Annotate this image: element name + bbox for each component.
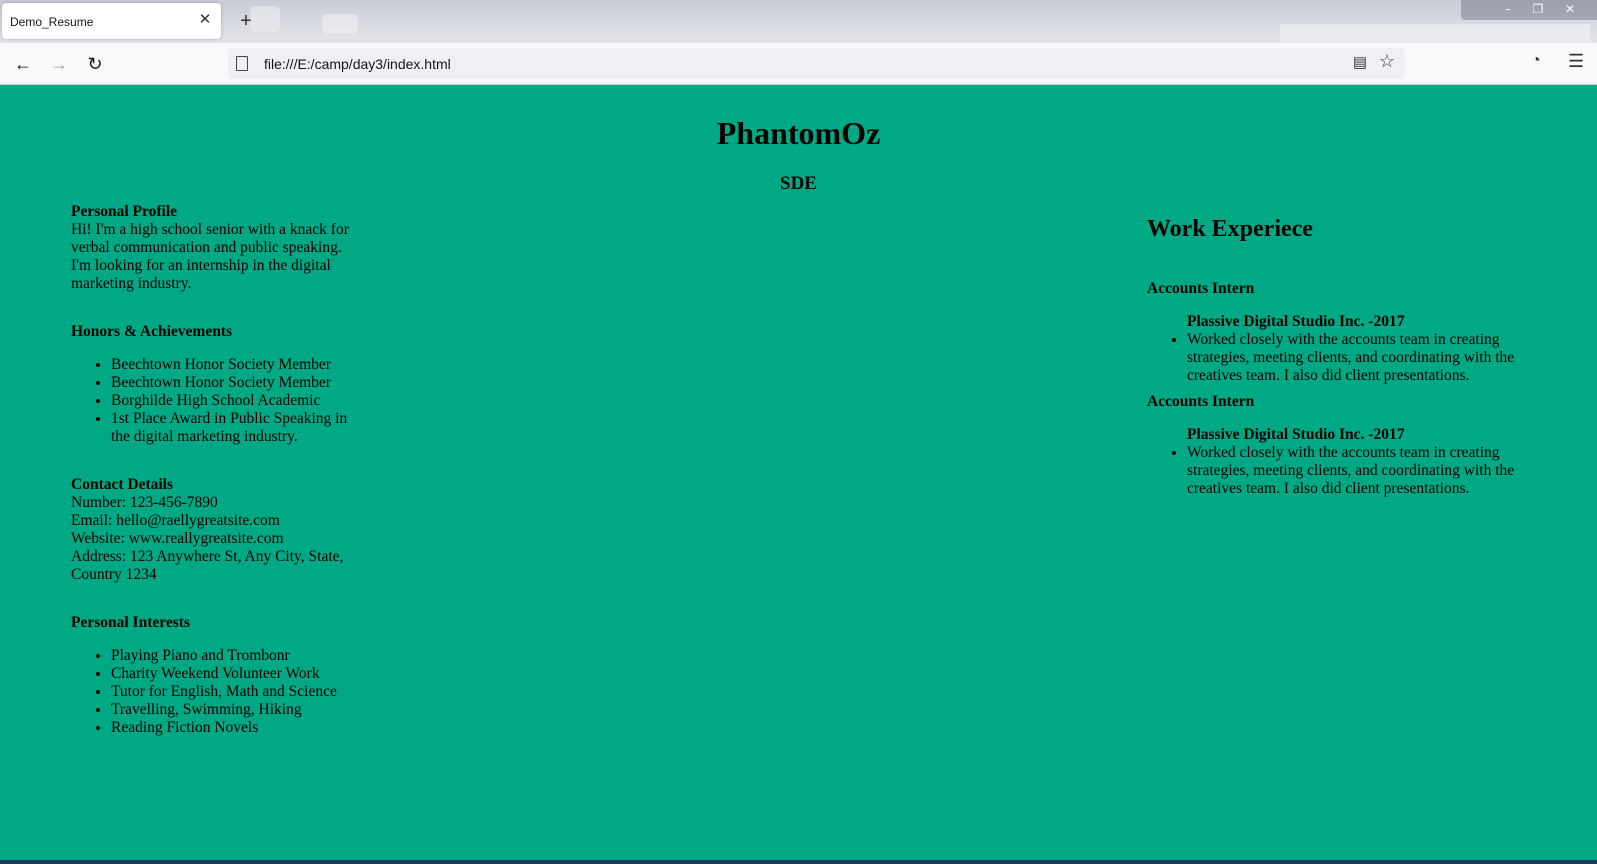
tab-close-icon[interactable]: ✕	[197, 12, 213, 28]
section-heading: Honors & Achievements	[71, 323, 233, 340]
pocket-icon[interactable]: ◔	[1531, 52, 1541, 70]
list-item: Tutor for English, Math and Science	[111, 683, 361, 701]
forward-button[interactable]: →	[47, 52, 71, 76]
back-button[interactable]: ←	[11, 52, 35, 76]
interests-list: Playing Piano and Trombonr Charity Weeke…	[71, 647, 361, 737]
resume-name: PhantomOz	[716, 115, 881, 151]
job-title: Accounts Intern	[1147, 393, 1255, 410]
section-heading: Contact Details	[71, 476, 174, 493]
contact-website: Website: www.reallygreatsite.com	[71, 530, 284, 547]
honors-list: Beechtown Honor Society Member Beechtown…	[71, 356, 361, 446]
job-details: Plassive Digital Studio Inc. -2017 Worke…	[1147, 426, 1547, 498]
contact-section: Contact Details Number: 123-456-7890 Ema…	[71, 476, 361, 584]
profile-text: Hi! I'm a high school senior with a knac…	[71, 221, 349, 292]
page-icon	[236, 56, 248, 71]
background-blur	[322, 14, 358, 34]
minimize-button[interactable]: –	[1497, 0, 1519, 18]
url-text[interactable]: file:///E:/camp/day3/index.html	[264, 56, 451, 72]
job-company: Plassive Digital Studio Inc. -2017	[1187, 313, 1405, 330]
tab-title: Demo_Resume	[10, 15, 94, 29]
reload-button[interactable]: ↻	[83, 52, 107, 76]
interests-section: Personal Interests Playing Piano and Tro…	[71, 614, 361, 737]
honors-section: Honors & Achievements Beechtown Honor So…	[71, 323, 361, 446]
contact-email: Email: hello@raellygreatsite.com	[71, 512, 280, 529]
navigation-toolbar: ← → ↻ file:///E:/camp/day3/index.html ▤ …	[0, 43, 1597, 85]
tab-strip: Demo_Resume ✕ + – ❐ ✕	[0, 0, 1597, 43]
personal-profile-section: Personal Profile Hi! I'm a high school s…	[71, 203, 361, 293]
job-description: Worked closely with the accounts team in…	[1187, 331, 1547, 385]
list-item: Reading Fiction Novels	[111, 719, 361, 737]
list-item: Beechtown Honor Society Member	[111, 374, 361, 392]
section-heading: Personal Interests	[71, 614, 190, 631]
resume-page: PhantomOz SDE Personal Profile Hi! I'm a…	[0, 85, 1597, 864]
address-bar[interactable]: file:///E:/camp/day3/index.html ▤ ☆	[228, 48, 1405, 79]
reader-view-icon[interactable]: ▤	[1353, 53, 1367, 71]
new-tab-button[interactable]: +	[236, 11, 256, 31]
job-entry: Accounts Intern Plassive Digital Studio …	[1147, 280, 1547, 385]
list-item: Beechtown Honor Society Member	[111, 356, 361, 374]
job-details: Plassive Digital Studio Inc. -2017 Worke…	[1147, 313, 1547, 385]
list-item: Borghilde High School Academic	[111, 392, 361, 410]
left-column: Personal Profile Hi! I'm a high school s…	[71, 203, 361, 767]
job-title: Accounts Intern	[1147, 280, 1255, 297]
background-blur	[1280, 24, 1590, 42]
list-item: 1st Place Award in Public Speaking in th…	[111, 410, 361, 446]
resume-role: SDE	[780, 173, 817, 194]
job-description: Worked closely with the accounts team in…	[1187, 444, 1547, 498]
work-experience-heading: Work Experiece	[1147, 216, 1313, 242]
right-column: Work Experiece Accounts Intern Plassive …	[1147, 216, 1547, 506]
bookmark-star-icon[interactable]: ☆	[1379, 51, 1395, 72]
section-heading: Personal Profile	[71, 203, 178, 220]
menu-icon[interactable]: ☰	[1568, 51, 1584, 72]
list-item: Travelling, Swimming, Hiking	[111, 701, 361, 719]
list-item: Playing Piano and Trombonr	[111, 647, 361, 665]
contact-number: Number: 123-456-7890	[71, 494, 218, 511]
close-window-button[interactable]: ✕	[1559, 0, 1581, 18]
contact-address: Address: 123 Anywhere St, Any City, Stat…	[71, 548, 344, 583]
job-company: Plassive Digital Studio Inc. -2017	[1187, 426, 1405, 443]
job-entry: Accounts Intern Plassive Digital Studio …	[1147, 393, 1547, 498]
taskbar-edge	[0, 860, 1597, 864]
tab-demo-resume[interactable]: Demo_Resume ✕	[2, 3, 221, 39]
list-item: Charity Weekend Volunteer Work	[111, 665, 361, 683]
restore-button[interactable]: ❐	[1527, 0, 1549, 18]
